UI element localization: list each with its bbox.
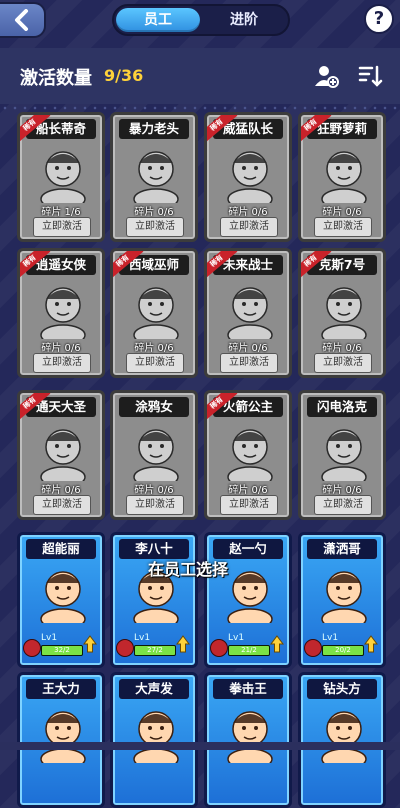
- activate-button[interactable]: 立即激活: [220, 217, 278, 237]
- activate-button[interactable]: 立即激活: [314, 495, 372, 515]
- active-staff-card[interactable]: 潇洒哥 Lv1 20/2: [298, 532, 386, 668]
- hammer-icon: [23, 639, 41, 657]
- staff-name: 超能丽: [26, 539, 96, 559]
- bottom-strip: [0, 742, 400, 750]
- fragment-count: 碎片 0/6: [322, 207, 362, 218]
- fragment-count: 碎片 0/6: [134, 485, 174, 496]
- staff-portrait: [311, 701, 377, 770]
- fragment-count: 碎片 0/6: [322, 343, 362, 354]
- fragment-count: 碎片 0/6: [41, 343, 81, 354]
- locked-staff-card[interactable]: 威猛队长 稀有 碎片 0/6 立即激活: [204, 112, 292, 242]
- locked-staff-card[interactable]: 闪电洛克碎片 0/6 立即激活: [298, 390, 386, 520]
- locked-staff-card[interactable]: 暴力老头碎片 0/6 立即激活: [110, 112, 198, 242]
- locked-staff-card[interactable]: 逍遥女侠 稀有 碎片 0/6 立即激活: [17, 248, 105, 378]
- progress-text: 32/2: [54, 646, 70, 654]
- upgrade-arrow-icon[interactable]: [83, 635, 97, 653]
- level-label: Lv1: [41, 633, 58, 643]
- staff-portrait: [123, 277, 189, 346]
- staff-name: 涂鸦女: [119, 397, 189, 417]
- locked-staff-card[interactable]: 克斯7号 稀有 碎片 0/6 立即激活: [298, 248, 386, 378]
- upgrade-arrow-icon[interactable]: [270, 635, 284, 653]
- locked-staff-card[interactable]: 狂野萝莉 稀有 碎片 0/6 立即激活: [298, 112, 386, 242]
- progress-bar: 20/2: [322, 645, 364, 656]
- activate-button[interactable]: 立即激活: [33, 353, 91, 373]
- staff-portrait: [30, 701, 96, 770]
- staff-name: 闪电洛克: [307, 397, 377, 417]
- fragment-count: 碎片 0/6: [228, 485, 268, 496]
- activate-button[interactable]: 立即激活: [220, 495, 278, 515]
- active-staff-card[interactable]: 大声发: [110, 672, 198, 808]
- staff-portrait: [217, 701, 283, 770]
- activate-button[interactable]: 立即激活: [314, 217, 372, 237]
- locked-staff-card[interactable]: 船长蒂奇 稀有 碎片 1/6 立即激活: [17, 112, 105, 242]
- fragment-count: 碎片 0/6: [322, 485, 362, 496]
- staff-portrait: [217, 419, 283, 488]
- staff-portrait: [311, 419, 377, 488]
- staff-portrait: [311, 561, 377, 630]
- hammer-icon: [116, 639, 134, 657]
- hammer-icon: [304, 639, 322, 657]
- staff-portrait: [30, 419, 96, 488]
- level-bar: Lv1 21/2: [210, 633, 286, 663]
- activate-button[interactable]: 立即激活: [314, 353, 372, 373]
- activate-button[interactable]: 立即激活: [33, 495, 91, 515]
- activate-button[interactable]: 立即激活: [33, 217, 91, 237]
- fragment-count: 碎片 0/6: [228, 343, 268, 354]
- staff-portrait: [217, 141, 283, 210]
- active-staff-card[interactable]: 钻头方: [298, 672, 386, 808]
- staff-portrait: [217, 277, 283, 346]
- overlay-caption: 在员工选择: [148, 560, 229, 579]
- activate-button[interactable]: 立即激活: [220, 353, 278, 373]
- upgrade-arrow-icon[interactable]: [176, 635, 190, 653]
- staff-portrait: [311, 141, 377, 210]
- staff-portrait: [30, 277, 96, 346]
- level-label: Lv1: [228, 633, 245, 643]
- staff-portrait: [123, 419, 189, 488]
- locked-staff-card[interactable]: 西域巫师 稀有 碎片 0/6 立即激活: [110, 248, 198, 378]
- locked-staff-card[interactable]: 涂鸦女碎片 0/6 立即激活: [110, 390, 198, 520]
- staff-name: 钻头方: [307, 679, 377, 699]
- active-staff-card[interactable]: 赵一勺 Lv1 21/2: [204, 532, 292, 668]
- progress-bar: 32/2: [41, 645, 83, 656]
- active-staff-card[interactable]: 李八十 Lv1 27/2: [110, 532, 198, 668]
- fragment-count: 碎片 0/6: [41, 485, 81, 496]
- locked-staff-card[interactable]: 未来战士 稀有 碎片 0/6 立即激活: [204, 248, 292, 378]
- level-label: Lv1: [134, 633, 151, 643]
- staff-name: 王大力: [26, 679, 96, 699]
- fragment-count: 碎片 0/6: [134, 207, 174, 218]
- progress-text: 20/2: [335, 646, 351, 654]
- staff-portrait: [123, 141, 189, 210]
- activate-button[interactable]: 立即激活: [126, 495, 184, 515]
- level-bar: Lv1 27/2: [116, 633, 192, 663]
- staff-name: 拳击王: [213, 679, 283, 699]
- activate-button[interactable]: 立即激活: [126, 217, 184, 237]
- staff-grid: 船长蒂奇 稀有 碎片 1/6 立即激活 暴力老头 碎片 0/6 立即激活 威猛队长 稀有 碎片 0…: [0, 0, 400, 808]
- fragment-count: 碎片 0/6: [134, 343, 174, 354]
- progress-bar: 27/2: [134, 645, 176, 656]
- staff-name: 暴力老头: [119, 119, 189, 139]
- fragment-count: 碎片 0/6: [228, 207, 268, 218]
- staff-portrait: [30, 561, 96, 630]
- level-bar: Lv1 20/2: [304, 633, 380, 663]
- staff-portrait: [30, 141, 96, 210]
- locked-staff-card[interactable]: 通天大圣 稀有 碎片 0/6 立即激活: [17, 390, 105, 520]
- staff-name: 大声发: [119, 679, 189, 699]
- fragment-count: 碎片 1/6: [41, 207, 81, 218]
- active-staff-card[interactable]: 王大力: [17, 672, 105, 808]
- staff-portrait: [311, 277, 377, 346]
- locked-staff-card[interactable]: 火箭公主 稀有 碎片 0/6 立即激活: [204, 390, 292, 520]
- hammer-icon: [210, 639, 228, 657]
- progress-text: 21/2: [241, 646, 257, 654]
- level-bar: Lv1 32/2: [23, 633, 99, 663]
- activate-button[interactable]: 立即激活: [126, 353, 184, 373]
- progress-bar: 21/2: [228, 645, 270, 656]
- active-staff-card[interactable]: 拳击王: [204, 672, 292, 808]
- staff-name: 潇洒哥: [307, 539, 377, 559]
- progress-text: 27/2: [147, 646, 163, 654]
- staff-portrait: [123, 701, 189, 770]
- level-label: Lv1: [322, 633, 339, 643]
- active-staff-card[interactable]: 超能丽 Lv1 32/2: [17, 532, 105, 668]
- upgrade-arrow-icon[interactable]: [364, 635, 378, 653]
